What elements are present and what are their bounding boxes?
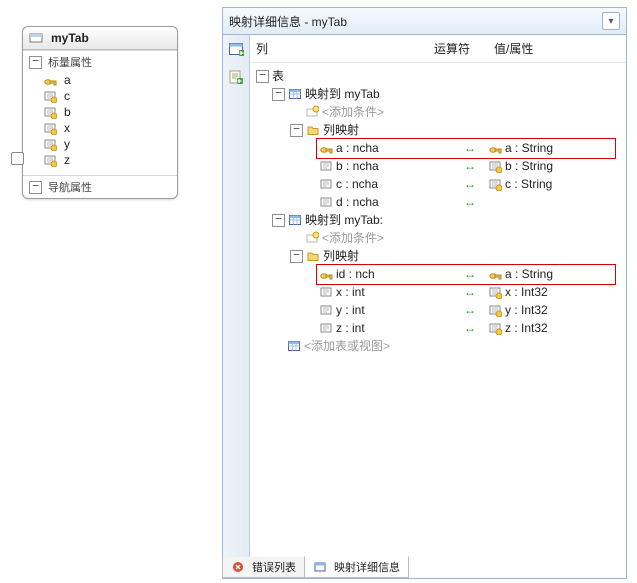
table-icon (288, 87, 302, 101)
entity-property[interactable]: z (43, 152, 171, 168)
entity-property[interactable]: a (43, 72, 171, 88)
collapse-icon[interactable]: − (29, 56, 42, 69)
mapping-row[interactable]: c : ncha↔c : String (256, 175, 622, 193)
column-mapping-node[interactable]: −列映射 (256, 247, 622, 265)
property-icon (488, 303, 502, 317)
column-icon (319, 303, 333, 317)
property-icon (43, 137, 57, 151)
mapping-row[interactable]: b : ncha↔b : String (256, 157, 622, 175)
entity-property[interactable]: c (43, 88, 171, 104)
mapping-details-panel: 映射详细信息 - myTab ▾ 列 运算符 值/属性 −表−映射到 myT (222, 7, 627, 579)
property-icon (488, 285, 502, 299)
entity-title-bar[interactable]: myTab (23, 27, 177, 50)
collapse-icon[interactable]: − (256, 70, 269, 83)
add-condition[interactable]: <添加条件> (256, 103, 622, 121)
entity-nav-section: − 导航属性 (23, 175, 177, 198)
entity-property[interactable]: b (43, 104, 171, 120)
tab-mapping-details[interactable]: 映射详细信息 (304, 556, 409, 578)
map-to-node[interactable]: −映射到 myTab: (256, 211, 622, 229)
column-icon (319, 321, 333, 335)
entity-property[interactable]: x (43, 120, 171, 136)
add-condition[interactable]: <添加条件> (256, 229, 622, 247)
collapse-icon[interactable]: − (29, 181, 42, 194)
property-name: c (64, 89, 70, 103)
key-icon (43, 73, 57, 87)
property-name: y (64, 137, 70, 151)
mapping-row[interactable]: a : ncha↔a : String (256, 139, 622, 157)
collapse-icon[interactable]: − (290, 250, 303, 263)
nav-section-label[interactable]: − 导航属性 (29, 179, 171, 195)
collapse-icon[interactable]: − (272, 88, 285, 101)
section-label: 标量属性 (48, 54, 92, 70)
tab-label: 错误列表 (252, 559, 296, 575)
property-icon (488, 159, 502, 173)
tab-error-list[interactable]: 错误列表 (222, 557, 305, 578)
bottom-tab-bar: 错误列表 映射详细信息 (222, 557, 626, 578)
column-icon (319, 285, 333, 299)
key-icon (488, 267, 502, 281)
condition-icon (305, 231, 319, 245)
column-mapping-node[interactable]: −列映射 (256, 121, 622, 139)
mapping-row[interactable]: z : int↔z : Int32 (256, 319, 622, 337)
property-icon (43, 153, 57, 167)
panel-menu-button[interactable]: ▾ (602, 12, 620, 30)
column-icon (319, 159, 333, 173)
property-icon (43, 89, 57, 103)
column-icon (319, 195, 333, 209)
property-name: b (64, 105, 71, 119)
tree-root[interactable]: −表 (256, 67, 622, 85)
property-icon (43, 121, 57, 135)
mapping-row[interactable]: y : int↔y : Int32 (256, 301, 622, 319)
entity-icon (29, 31, 43, 45)
mapping-icon (313, 560, 327, 574)
condition-icon (305, 105, 319, 119)
tab-label: 映射详细信息 (334, 559, 400, 575)
error-icon (231, 560, 245, 574)
folder-icon (306, 123, 320, 137)
entity-property[interactable]: y (43, 136, 171, 152)
scalar-section-label[interactable]: − 标量属性 (29, 54, 171, 70)
collapse-icon[interactable]: − (272, 214, 285, 227)
panel-title: 映射详细信息 - myTab (229, 13, 347, 30)
property-name: z (64, 153, 70, 167)
entity-scalar-section: − 标量属性 acbxyz (23, 50, 177, 175)
key-icon (319, 141, 333, 155)
mapping-tree[interactable]: −表−映射到 myTab<添加条件>−列映射a : ncha↔a : Strin… (250, 63, 626, 578)
mapping-row[interactable]: x : int↔x : Int32 (256, 283, 622, 301)
root-label: 表 (272, 67, 284, 85)
mapping-row[interactable]: id : nch↔a : String (256, 265, 622, 283)
panel-title-bar[interactable]: 映射详细信息 - myTab ▾ (223, 8, 626, 35)
entity-designer-box[interactable]: myTab − 标量属性 acbxyz − 导航属性 (22, 26, 178, 199)
table-icon (288, 213, 302, 227)
map-to-node[interactable]: −映射到 myTab (256, 85, 622, 103)
collapse-icon[interactable]: − (290, 124, 303, 137)
column-headers: 列 运算符 值/属性 (250, 35, 626, 63)
connector-handle[interactable] (11, 152, 24, 165)
property-icon (488, 177, 502, 191)
folder-icon (306, 249, 320, 263)
property-name: a (64, 73, 71, 87)
header-operator: 运算符 (434, 40, 494, 57)
property-name: x (64, 121, 70, 135)
key-icon (488, 141, 502, 155)
header-column: 列 (256, 40, 434, 57)
entity-title: myTab (51, 31, 89, 45)
section-label: 导航属性 (48, 179, 92, 195)
key-icon (319, 267, 333, 281)
property-icon (43, 105, 57, 119)
header-value: 值/属性 (494, 40, 626, 57)
table-icon (287, 339, 301, 353)
property-icon (488, 321, 502, 335)
add-table-view[interactable]: <添加表或视图> (256, 337, 622, 355)
panel-toolbar (223, 35, 250, 578)
toolbar-table-button[interactable] (225, 38, 247, 60)
mapping-row[interactable]: d : ncha↔ (256, 193, 622, 211)
column-icon (319, 177, 333, 191)
toolbar-sproc-button[interactable] (225, 66, 247, 88)
